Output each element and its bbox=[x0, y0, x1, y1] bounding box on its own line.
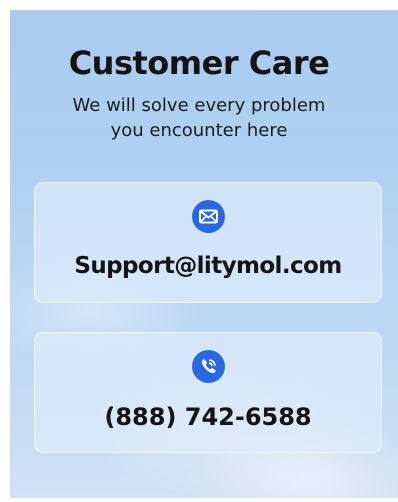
envelope-icon bbox=[192, 200, 225, 233]
page-title: Customer Care bbox=[68, 44, 330, 82]
phone-call-icon bbox=[192, 350, 225, 383]
support-phone-link[interactable]: (888) 742-6588 bbox=[35, 403, 381, 431]
subtitle-line-1: We will solve every problem bbox=[72, 95, 326, 116]
email-card[interactable]: Support@litymol.com bbox=[34, 182, 382, 303]
support-email-link[interactable]: Support@litymol.com bbox=[35, 253, 381, 279]
page-subtitle: We will solve every problem you encounte… bbox=[0, 93, 398, 143]
subtitle-line-2: you encounter here bbox=[110, 120, 288, 141]
phone-card[interactable]: (888) 742-6588 bbox=[34, 332, 382, 453]
